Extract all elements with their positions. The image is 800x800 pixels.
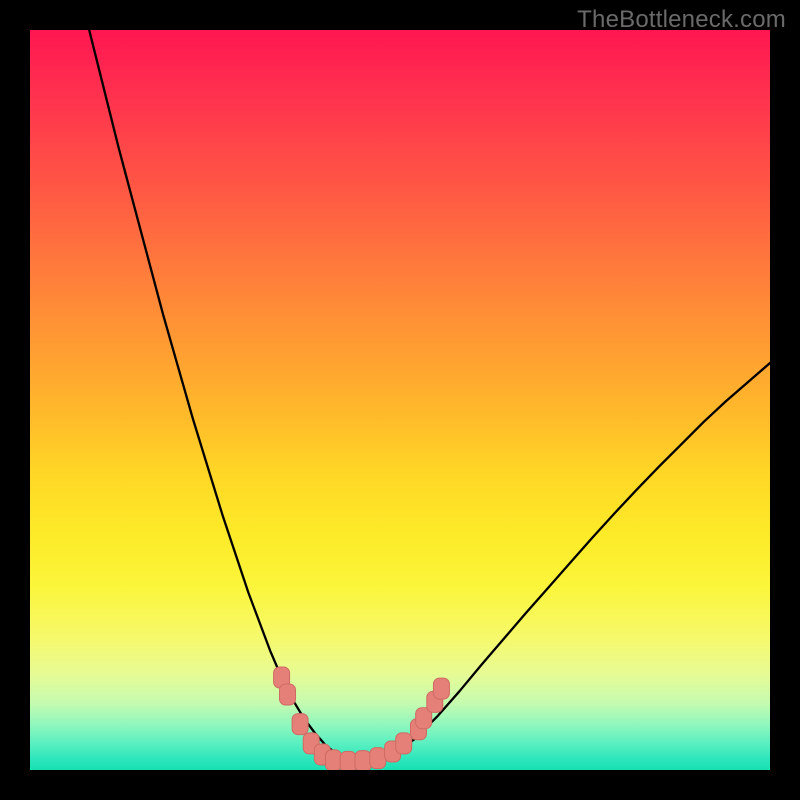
watermark-text: TheBottleneck.com [577, 6, 786, 34]
data-markers [30, 30, 770, 770]
data-marker [292, 714, 308, 735]
data-marker [340, 751, 356, 770]
data-marker [370, 748, 386, 769]
plot-area [30, 30, 770, 770]
chart-frame: TheBottleneck.com [0, 0, 800, 800]
data-marker [280, 684, 296, 705]
data-marker [355, 751, 371, 770]
data-marker [396, 733, 412, 754]
data-marker [433, 678, 449, 699]
data-marker [325, 750, 341, 770]
